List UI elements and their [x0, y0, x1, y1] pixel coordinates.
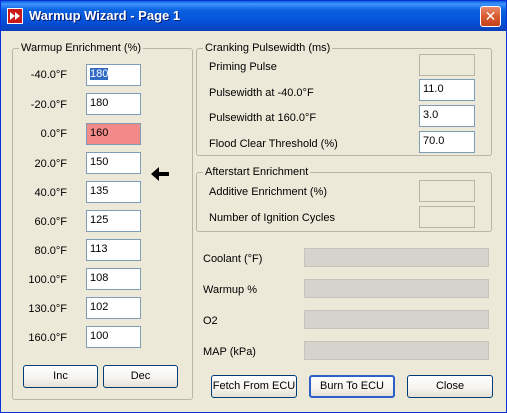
warmup-value-field[interactable]: 180	[86, 64, 141, 86]
map-gauge	[304, 341, 489, 360]
inc-button[interactable]: Inc	[23, 365, 98, 388]
warmup-percent-label: Warmup %	[203, 284, 257, 296]
pulsewidth-minus40-field[interactable]: 11.0	[419, 79, 475, 101]
temp-label: -40.0°F	[30, 69, 67, 81]
coolant-label: Coolant (°F)	[203, 253, 263, 265]
afterstart-enrichment-label: Afterstart Enrichment	[203, 166, 311, 179]
temp-label: 60.0°F	[34, 216, 67, 228]
temp-label: 20.0°F	[34, 158, 67, 170]
dec-button[interactable]: Dec	[103, 365, 178, 388]
temp-label: 40.0°F	[34, 187, 67, 199]
temp-label: 160.0°F	[28, 332, 67, 344]
warmup-percent-gauge	[304, 279, 489, 298]
warmup-value-field[interactable]: 180	[86, 93, 141, 115]
temp-label: 100.0°F	[28, 274, 67, 286]
app-icon	[7, 8, 23, 24]
burn-to-ecu-button[interactable]: Burn To ECU	[309, 375, 395, 398]
warmup-value-field[interactable]: 125	[86, 210, 141, 232]
warmup-value-field[interactable]: 108	[86, 268, 141, 290]
temp-label: 80.0°F	[34, 245, 67, 257]
warmup-value-field[interactable]: 160	[86, 123, 141, 145]
warmup-wizard-window: Warmup Wizard - Page 1 ✕ Warmup Enrichme…	[0, 0, 507, 413]
pulsewidth-160-label: Pulsewidth at 160.0°F	[209, 112, 317, 124]
warmup-value-field[interactable]: 135	[86, 181, 141, 203]
warmup-value-text: 113	[90, 243, 108, 255]
flood-clear-value: 70.0	[423, 135, 445, 147]
ignition-cycles-label: Number of Ignition Cycles	[209, 212, 335, 224]
pulsewidth-160-value: 3.0	[423, 109, 439, 121]
map-label: MAP (kPa)	[203, 346, 256, 358]
warmup-value-field[interactable]: 150	[86, 152, 141, 174]
warmup-enrichment-label: Warmup Enrichment (%)	[19, 42, 144, 55]
arrow-left-icon	[151, 167, 169, 181]
temp-label: 130.0°F	[28, 303, 67, 315]
fetch-from-ecu-button[interactable]: Fetch From ECU	[211, 375, 297, 398]
close-window-button[interactable]: ✕	[480, 6, 501, 27]
warmup-value-field[interactable]: 113	[86, 239, 141, 261]
pulsewidth-160-field[interactable]: 3.0	[419, 105, 475, 127]
warmup-value-field[interactable]: 102	[86, 297, 141, 319]
warmup-value-text: 135	[90, 185, 109, 197]
o2-gauge	[304, 310, 489, 329]
warmup-value-field[interactable]: 100	[86, 326, 141, 348]
warmup-value-text: 102	[90, 301, 109, 313]
warmup-value-text: 150	[90, 156, 109, 168]
ignition-cycles-field[interactable]	[419, 206, 475, 228]
flood-clear-field[interactable]: 70.0	[419, 131, 475, 153]
priming-pulse-field[interactable]	[419, 54, 475, 76]
temp-label: -20.0°F	[30, 99, 67, 111]
temp-label: 0.0°F	[40, 128, 67, 140]
warmup-value-text: 125	[90, 214, 109, 226]
warmup-value-text: 108	[90, 272, 109, 284]
priming-pulse-label: Priming Pulse	[209, 61, 277, 73]
pulsewidth-minus40-label: Pulsewidth at -40.0°F	[209, 87, 314, 99]
pulsewidth-minus40-value: 11.0	[423, 83, 444, 95]
coolant-gauge	[304, 248, 489, 267]
warmup-value-text: 180	[90, 68, 109, 80]
flood-clear-label: Flood Clear Threshold (%)	[209, 138, 338, 150]
warmup-value-text: 160	[90, 127, 109, 139]
warmup-value-text: 100	[90, 330, 109, 342]
additive-enrichment-field[interactable]	[419, 180, 475, 202]
window-title: Warmup Wizard - Page 1	[29, 8, 181, 23]
additive-enrichment-label: Additive Enrichment (%)	[209, 186, 327, 198]
warmup-value-text: 180	[90, 97, 109, 109]
title-bar[interactable]: Warmup Wizard - Page 1 ✕	[1, 1, 506, 31]
close-button[interactable]: Close	[407, 375, 493, 398]
o2-label: O2	[203, 315, 218, 327]
cranking-pulsewidth-label: Cranking Pulsewidth (ms)	[203, 42, 333, 55]
